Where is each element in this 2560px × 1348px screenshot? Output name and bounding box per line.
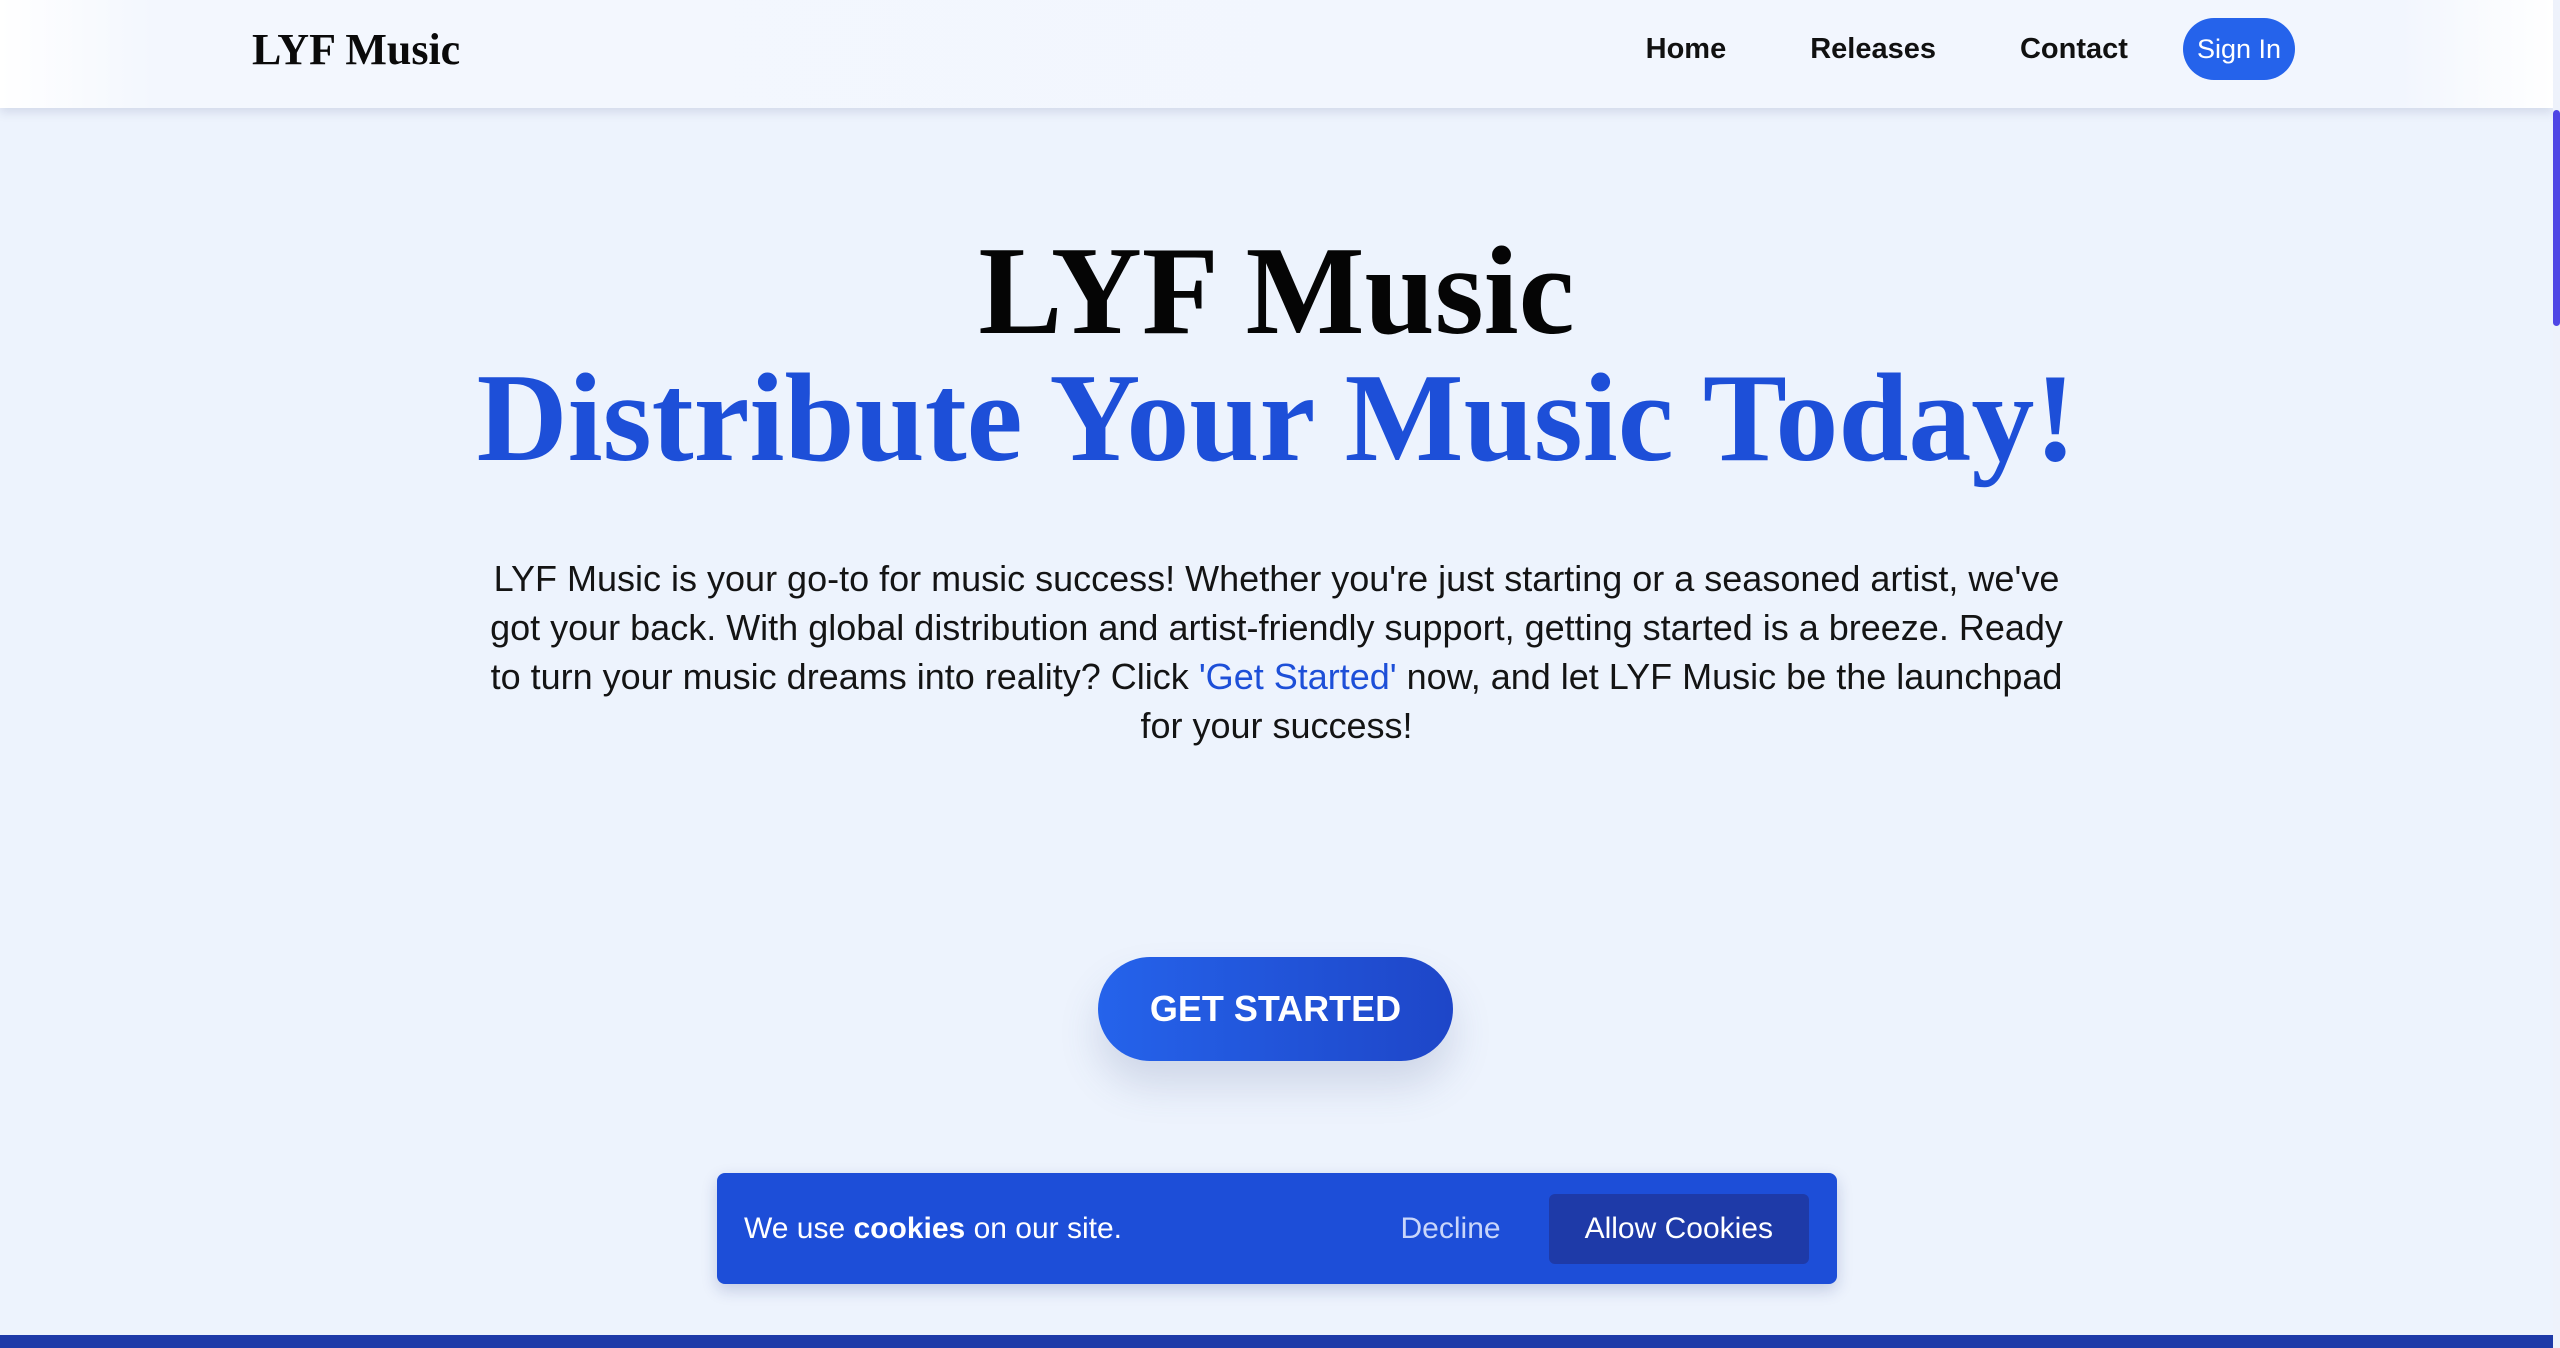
get-started-button[interactable]: GET STARTED bbox=[1098, 957, 1453, 1061]
sign-in-button[interactable]: Sign In bbox=[2182, 18, 2295, 80]
allow-cookies-button[interactable]: Allow Cookies bbox=[1548, 1193, 1809, 1264]
main-nav: Home Releases Contact Sign In bbox=[1646, 18, 2295, 80]
nav-releases-link[interactable]: Releases bbox=[1810, 33, 1936, 66]
hero-title: LYF Music bbox=[978, 222, 1575, 361]
nav-home-link[interactable]: Home bbox=[1646, 33, 1727, 66]
footer-edge bbox=[0, 1335, 2553, 1348]
hero-heading: LYF Music Distribute Your Music Today! bbox=[0, 228, 2553, 482]
scrollbar-thumb[interactable] bbox=[2553, 110, 2560, 326]
page: LYF Music Home Releases Contact Sign In … bbox=[0, 0, 2560, 1348]
cookie-message-bold: cookies bbox=[853, 1211, 966, 1245]
cookie-banner: We use cookies on our site. Decline Allo… bbox=[717, 1173, 1837, 1284]
site-header: LYF Music Home Releases Contact Sign In bbox=[0, 0, 2553, 108]
hero-section: LYF Music Distribute Your Music Today! L… bbox=[0, 228, 2553, 750]
brand-logo[interactable]: LYF Music bbox=[252, 22, 460, 78]
cookie-message-suffix: on our site. bbox=[965, 1211, 1122, 1245]
get-started-inline-link[interactable]: 'Get Started' bbox=[1199, 656, 1397, 697]
decline-cookies-button[interactable]: Decline bbox=[1401, 1212, 1501, 1246]
hero-subtitle: Distribute Your Music Today! bbox=[476, 349, 2077, 488]
nav-contact-link[interactable]: Contact bbox=[2020, 33, 2128, 66]
scrollbar[interactable] bbox=[2553, 0, 2560, 1348]
cookie-message: We use cookies on our site. bbox=[744, 1212, 1401, 1246]
cookie-message-prefix: We use bbox=[744, 1211, 854, 1245]
hero-description: LYF Music is your go-to for music succes… bbox=[477, 554, 2077, 750]
